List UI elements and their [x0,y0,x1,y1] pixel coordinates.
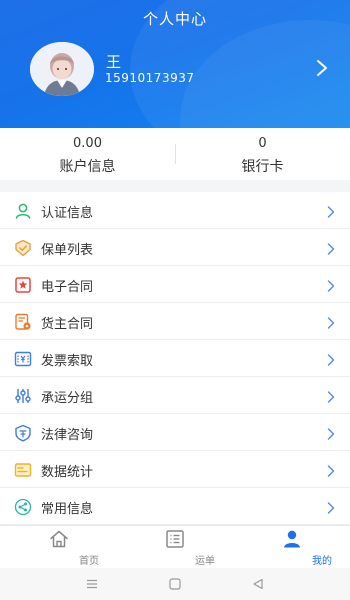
avatar-icon [30,42,94,96]
bottom-tab-bar: 首页 运单 我的 [0,525,350,568]
menu-item-label: 保单列表 [41,243,94,258]
bank-card-count: 0 [258,136,267,151]
tab-label: 我的 [312,556,332,567]
chevron-right-icon [326,463,336,477]
system-navigation-bar [0,568,350,600]
menu-item-label: 发票索取 [41,354,94,369]
chevron-right-icon [326,278,336,292]
menu-item-label: 电子合同 [41,280,94,295]
menu-item-shipper-contract[interactable]: 货主合同 [0,303,350,340]
menu-item-label: 认证信息 [41,206,94,221]
chevron-right-icon [326,241,336,255]
user-name: 王 [106,53,122,71]
chevron-right-icon [326,315,336,329]
menu-icon[interactable] [85,576,99,590]
page-title: 个人中心 [142,10,207,28]
profile-page: 个人中心 王 15910173937 0.00 账户信息 0 银行卡 认证信息 … [0,0,350,600]
contract-icon [14,313,32,331]
back-icon[interactable] [251,576,265,590]
menu-item-label: 常用信息 [41,502,94,517]
list-icon [165,529,185,549]
account-info-label: 账户信息 [59,159,116,175]
chevron-right-icon [326,426,336,440]
person-icon [282,529,302,549]
tab-label: 首页 [79,556,99,567]
bank-card-stat[interactable]: 0 银行卡 [175,128,350,180]
shield-check-icon [14,239,32,257]
menu-item-verification[interactable]: 认证信息 [0,192,350,229]
chevron-right-icon [326,204,336,218]
tab-label: 运单 [195,556,215,567]
sliders-icon [14,387,32,405]
menu-list: 认证信息 保单列表 电子合同 货主合同 发票索取 承运分组 法律咨询 数据统计 … [0,192,350,525]
user-phone: 15910173937 [105,71,195,85]
home-icon [49,529,69,549]
stamp-icon [14,276,32,294]
account-info-stat[interactable]: 0.00 账户信息 [0,128,175,180]
profile-header: 个人中心 王 15910173937 [0,0,350,128]
share-icon [14,498,32,516]
chart-card-icon [14,461,32,479]
chevron-right-icon [326,389,336,403]
menu-item-label: 承运分组 [41,391,94,406]
tab-home[interactable]: 首页 [29,529,99,569]
account-stats: 0.00 账户信息 0 银行卡 [0,128,350,180]
menu-item-legal-consulting[interactable]: 法律咨询 [0,414,350,451]
menu-item-label: 数据统计 [41,465,94,480]
avatar[interactable] [30,42,94,96]
chevron-right-icon [326,352,336,366]
law-shield-icon [14,424,32,442]
menu-item-e-contract[interactable]: 电子合同 [0,266,350,303]
menu-item-data-statistics[interactable]: 数据统计 [0,451,350,488]
chevron-right-icon[interactable] [315,58,329,78]
tab-waybill[interactable]: 运单 [145,529,215,569]
menu-item-label: 货主合同 [41,317,94,332]
home-button-icon[interactable] [168,576,182,590]
invoice-icon [14,350,32,368]
bank-card-label: 银行卡 [241,159,284,175]
tab-mine[interactable]: 我的 [262,529,332,569]
menu-item-policy-list[interactable]: 保单列表 [0,229,350,266]
menu-item-carrier-group[interactable]: 承运分组 [0,377,350,414]
menu-item-label: 法律咨询 [41,428,94,443]
user-icon [14,202,32,220]
menu-item-invoice-request[interactable]: 发票索取 [0,340,350,377]
account-balance: 0.00 [73,136,102,151]
menu-item-common-info[interactable]: 常用信息 [0,488,350,525]
chevron-right-icon [326,500,336,514]
